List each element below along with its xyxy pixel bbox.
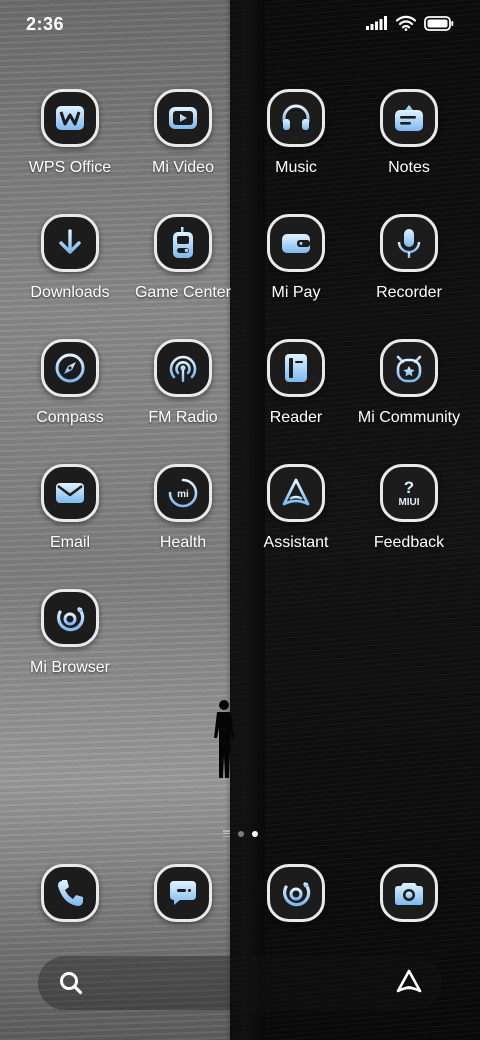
app-label: Mi Video	[152, 159, 214, 176]
status-icons	[366, 15, 454, 31]
app-downloads[interactable]: Downloads	[15, 214, 125, 302]
app-label: Game Center	[134, 284, 232, 301]
app-assistant[interactable]: Assistant	[241, 464, 351, 552]
signal-icon	[366, 16, 387, 30]
page-indicator[interactable]	[0, 830, 480, 837]
headphones-icon[interactable]	[267, 89, 325, 147]
app-health[interactable]: mi Health	[128, 464, 238, 552]
app-recorder[interactable]: Recorder	[354, 214, 464, 302]
app-label: Notes	[388, 159, 430, 176]
wps-office-icon[interactable]	[41, 89, 99, 147]
notes-icon[interactable]	[380, 89, 438, 147]
status-bar: 2:36	[0, 0, 480, 50]
app-game-center[interactable]: Game Center	[128, 214, 238, 302]
page-dot[interactable]	[237, 830, 244, 837]
wallet-icon[interactable]	[267, 214, 325, 272]
app-notes[interactable]: Notes	[354, 89, 464, 177]
app-label: Recorder	[376, 284, 442, 301]
app-label: Compass	[36, 409, 104, 426]
status-time: 2:36	[26, 14, 65, 34]
dock-messages[interactable]	[128, 864, 238, 922]
page-list-indicator[interactable]	[222, 830, 230, 837]
app-feedback[interactable]: ? MIUI Feedback	[354, 464, 464, 552]
download-arrow-icon[interactable]	[41, 214, 99, 272]
book-icon[interactable]	[267, 339, 325, 397]
mi-bunny-icon[interactable]	[380, 339, 438, 397]
app-label: Mi Browser	[29, 659, 110, 676]
page-dot-active[interactable]	[251, 830, 258, 837]
game-controller-icon[interactable]	[154, 214, 212, 272]
app-mi-pay[interactable]: Mi Pay	[241, 214, 351, 302]
app-label: Health	[159, 534, 207, 551]
dock-phone[interactable]	[15, 864, 125, 922]
app-reader[interactable]: Reader	[241, 339, 351, 427]
phone-icon[interactable]	[41, 864, 99, 922]
dock-browser[interactable]	[241, 864, 351, 922]
app-fm-radio[interactable]: FM Radio	[128, 339, 238, 427]
app-email[interactable]: Email	[15, 464, 125, 552]
wallpaper-person-silhouette	[214, 700, 234, 778]
radio-broadcast-icon[interactable]	[154, 339, 212, 397]
search-icon[interactable]	[58, 970, 84, 1001]
camera-icon[interactable]	[380, 864, 438, 922]
app-label: Music	[275, 159, 317, 176]
health-ring-icon[interactable]: mi	[154, 464, 212, 522]
feedback-miui-icon[interactable]: ? MIUI	[380, 464, 438, 522]
app-wps-office[interactable]: WPS Office	[15, 89, 125, 177]
app-mi-video[interactable]: Mi Video	[128, 89, 238, 177]
app-label: Downloads	[30, 284, 110, 301]
envelope-icon[interactable]	[41, 464, 99, 522]
wifi-icon	[396, 15, 416, 31]
app-mi-browser[interactable]: Mi Browser	[15, 589, 125, 677]
assistant-a-icon[interactable]	[394, 968, 424, 1003]
assistant-a-icon[interactable]	[267, 464, 325, 522]
microphone-icon[interactable]	[380, 214, 438, 272]
app-label: Mi Community	[357, 409, 461, 426]
battery-icon	[424, 15, 454, 31]
app-music[interactable]: Music	[241, 89, 351, 177]
compass-icon[interactable]	[41, 339, 99, 397]
search-bar[interactable]	[38, 956, 442, 1010]
dock-camera[interactable]	[354, 864, 464, 922]
app-label: Assistant	[263, 534, 329, 551]
message-bubble-icon[interactable]	[154, 864, 212, 922]
app-label: Email	[49, 534, 90, 551]
svg-text:?: ?	[404, 478, 414, 497]
app-compass[interactable]: Compass	[15, 339, 125, 427]
app-label: WPS Office	[28, 159, 112, 176]
app-label: FM Radio	[148, 409, 218, 426]
app-label: Reader	[269, 409, 323, 426]
browser-orbit-icon[interactable]	[41, 589, 99, 647]
feedback-miui-text: MIUI	[398, 497, 419, 508]
health-mi-text: mi	[177, 489, 189, 500]
app-label: Feedback	[373, 534, 445, 551]
app-label: Mi Pay	[271, 284, 321, 301]
app-mi-community[interactable]: Mi Community	[354, 339, 464, 427]
video-play-icon[interactable]	[154, 89, 212, 147]
browser-orbit-icon[interactable]	[267, 864, 325, 922]
